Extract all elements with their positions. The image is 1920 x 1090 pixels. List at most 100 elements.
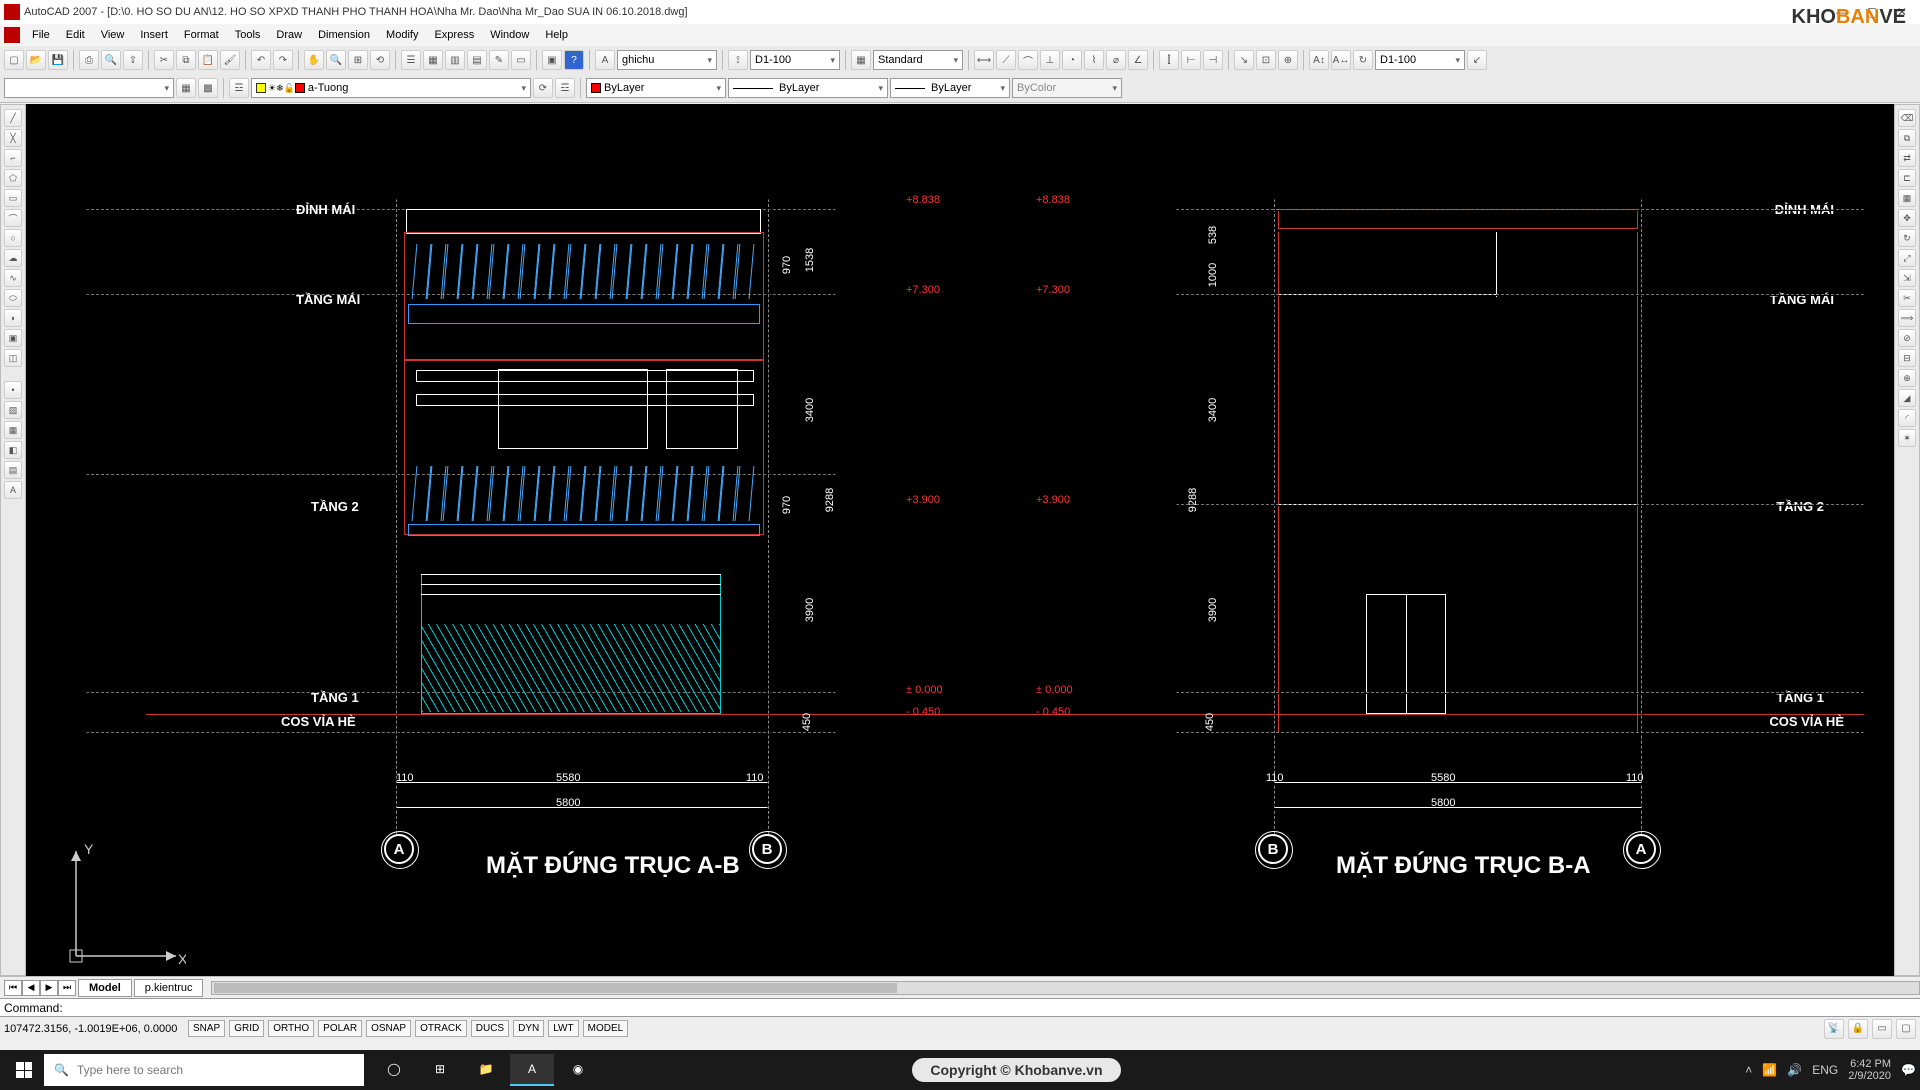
menu-edit[interactable]: Edit bbox=[58, 26, 93, 44]
matchprop-icon[interactable]: 🖌 bbox=[220, 50, 240, 70]
plot-preview-icon[interactable]: 🔍 bbox=[101, 50, 121, 70]
task-cortana-icon[interactable]: ◯ bbox=[372, 1054, 416, 1086]
paste-icon[interactable]: 📋 bbox=[198, 50, 218, 70]
layer-combo[interactable]: ☀❄🔓 a-Tuong bbox=[251, 78, 531, 98]
extend-icon[interactable]: ⟹ bbox=[1898, 309, 1916, 327]
tray-up-icon[interactable]: ˄ bbox=[1745, 1063, 1752, 1077]
ellipse-icon[interactable]: ⬭ bbox=[4, 289, 22, 307]
dim-jogged-icon[interactable]: ⌇ bbox=[1084, 50, 1104, 70]
named-views-combo[interactable] bbox=[4, 78, 174, 98]
break-at-icon[interactable]: ⊘ bbox=[1898, 329, 1916, 347]
revcloud-icon[interactable]: ☁ bbox=[4, 249, 22, 267]
toggle-grid[interactable]: GRID bbox=[229, 1020, 264, 1037]
design-center-icon[interactable]: ▦ bbox=[423, 50, 443, 70]
textstyle-icon[interactable]: A bbox=[595, 50, 615, 70]
start-button[interactable] bbox=[4, 1054, 44, 1086]
mirror-icon[interactable]: ⇄ bbox=[1898, 149, 1916, 167]
notifications-icon[interactable]: 💬 bbox=[1901, 1063, 1916, 1077]
menu-modify[interactable]: Modify bbox=[378, 26, 426, 44]
join-icon[interactable]: ⊕ bbox=[1898, 369, 1916, 387]
dim-style-btn-icon[interactable]: ↙ bbox=[1467, 50, 1487, 70]
undo-icon[interactable]: ↶ bbox=[251, 50, 271, 70]
task-autocad-icon[interactable]: A bbox=[510, 1054, 554, 1086]
spline-icon[interactable]: ∿ bbox=[4, 269, 22, 287]
zoom-win-icon[interactable]: ⊞ bbox=[348, 50, 368, 70]
menu-insert[interactable]: Insert bbox=[132, 26, 176, 44]
h-scrollbar[interactable] bbox=[211, 981, 1920, 995]
dim-aligned-icon[interactable]: ⟋ bbox=[996, 50, 1016, 70]
menu-format[interactable]: Format bbox=[176, 26, 227, 44]
lineweight-combo[interactable]: ByLayer bbox=[890, 78, 1010, 98]
array-icon[interactable]: ▦ bbox=[1898, 189, 1916, 207]
move-icon[interactable]: ✥ bbox=[1898, 209, 1916, 227]
zoom-rt-icon[interactable]: 🔍 bbox=[326, 50, 346, 70]
toggle-ortho[interactable]: ORTHO bbox=[268, 1020, 314, 1037]
insert-block-icon[interactable]: ▣ bbox=[4, 329, 22, 347]
make-block-icon[interactable]: ◫ bbox=[4, 349, 22, 367]
task-view-icon[interactable]: ⊞ bbox=[418, 1054, 462, 1086]
rotate-icon[interactable]: ↻ bbox=[1898, 229, 1916, 247]
publish-icon[interactable]: ⇪ bbox=[123, 50, 143, 70]
layer-props-icon[interactable]: ☲ bbox=[229, 78, 249, 98]
scale-icon[interactable]: ⤢ bbox=[1898, 249, 1916, 267]
tab-model[interactable]: Model bbox=[78, 979, 132, 997]
help-icon[interactable]: ? bbox=[564, 50, 584, 70]
point-icon[interactable]: • bbox=[4, 381, 22, 399]
break-icon[interactable]: ⊟ bbox=[1898, 349, 1916, 367]
color-combo[interactable]: ByLayer bbox=[586, 78, 726, 98]
dim-edit-icon[interactable]: A↕ bbox=[1309, 50, 1329, 70]
menu-help[interactable]: Help bbox=[537, 26, 576, 44]
print-icon[interactable]: ⎙ bbox=[79, 50, 99, 70]
rectangle-icon[interactable]: ▭ bbox=[4, 189, 22, 207]
stretch-icon[interactable]: ⇲ bbox=[1898, 269, 1916, 287]
menu-dimension[interactable]: Dimension bbox=[310, 26, 378, 44]
dim2-combo[interactable]: D1-100 bbox=[1375, 50, 1465, 70]
region-icon[interactable]: ◧ bbox=[4, 441, 22, 459]
dim-style-combo[interactable]: D1-100 bbox=[750, 50, 840, 70]
copy-icon[interactable]: ⧉ bbox=[176, 50, 196, 70]
dim-angular-icon[interactable]: ∠ bbox=[1128, 50, 1148, 70]
dim-baseline-icon[interactable]: ⊢ bbox=[1181, 50, 1201, 70]
copy2-icon[interactable]: ⧉ bbox=[1898, 129, 1916, 147]
tray-comm-icon[interactable]: 📡 bbox=[1824, 1019, 1844, 1039]
pan-icon[interactable]: ✋ bbox=[304, 50, 324, 70]
properties-icon[interactable]: ☰ bbox=[401, 50, 421, 70]
dim-arc-icon[interactable]: ⌒ bbox=[1018, 50, 1038, 70]
explode-icon[interactable]: ✶ bbox=[1898, 429, 1916, 447]
qcalc-icon[interactable]: ▭ bbox=[511, 50, 531, 70]
tab-next-icon[interactable]: ▶ bbox=[40, 980, 58, 996]
toggle-snap[interactable]: SNAP bbox=[188, 1020, 225, 1037]
offset-icon[interactable]: ⊏ bbox=[1898, 169, 1916, 187]
plotstyle-combo[interactable]: ByColor bbox=[1012, 78, 1122, 98]
menu-view[interactable]: View bbox=[93, 26, 133, 44]
table-icon[interactable]: ▤ bbox=[4, 461, 22, 479]
dimstyle-icon[interactable]: ⟟ bbox=[728, 50, 748, 70]
command-line[interactable]: Command: bbox=[0, 998, 1920, 1016]
view-btn2-icon[interactable]: ▩ bbox=[198, 78, 218, 98]
tab-first-icon[interactable]: ⏮ bbox=[4, 980, 22, 996]
text-style-combo[interactable]: ghichu bbox=[617, 50, 717, 70]
task-explorer-icon[interactable]: 📁 bbox=[464, 1054, 508, 1086]
tray-clean-icon[interactable]: ▢ bbox=[1896, 1019, 1916, 1039]
toggle-polar[interactable]: POLAR bbox=[318, 1020, 362, 1037]
toggle-model[interactable]: MODEL bbox=[583, 1020, 629, 1037]
mtext-icon[interactable]: A bbox=[4, 481, 22, 499]
dim-continue-icon[interactable]: ⊣ bbox=[1203, 50, 1223, 70]
arc-icon[interactable]: ⌒ bbox=[4, 209, 22, 227]
dim-diameter-icon[interactable]: ⌀ bbox=[1106, 50, 1126, 70]
pline-icon[interactable]: ⌐ bbox=[4, 149, 22, 167]
center-mark-icon[interactable]: ⊕ bbox=[1278, 50, 1298, 70]
menu-file[interactable]: File bbox=[24, 26, 58, 44]
toggle-osnap[interactable]: OSNAP bbox=[366, 1020, 411, 1037]
tolerance-icon[interactable]: ⊡ bbox=[1256, 50, 1276, 70]
cut-icon[interactable]: ✂ bbox=[154, 50, 174, 70]
markup-icon[interactable]: ✎ bbox=[489, 50, 509, 70]
clock[interactable]: 6:42 PM 2/9/2020 bbox=[1848, 1058, 1891, 1082]
lang-indicator[interactable]: ENG bbox=[1812, 1063, 1838, 1077]
view-btn1-icon[interactable]: ▦ bbox=[176, 78, 196, 98]
tab-last-icon[interactable]: ⏭ bbox=[58, 980, 76, 996]
dim-tedit-icon[interactable]: A↔ bbox=[1331, 50, 1351, 70]
dim-update-icon[interactable]: ↻ bbox=[1353, 50, 1373, 70]
std-combo[interactable]: Standard bbox=[873, 50, 963, 70]
wifi-icon[interactable]: 📶 bbox=[1762, 1063, 1777, 1077]
